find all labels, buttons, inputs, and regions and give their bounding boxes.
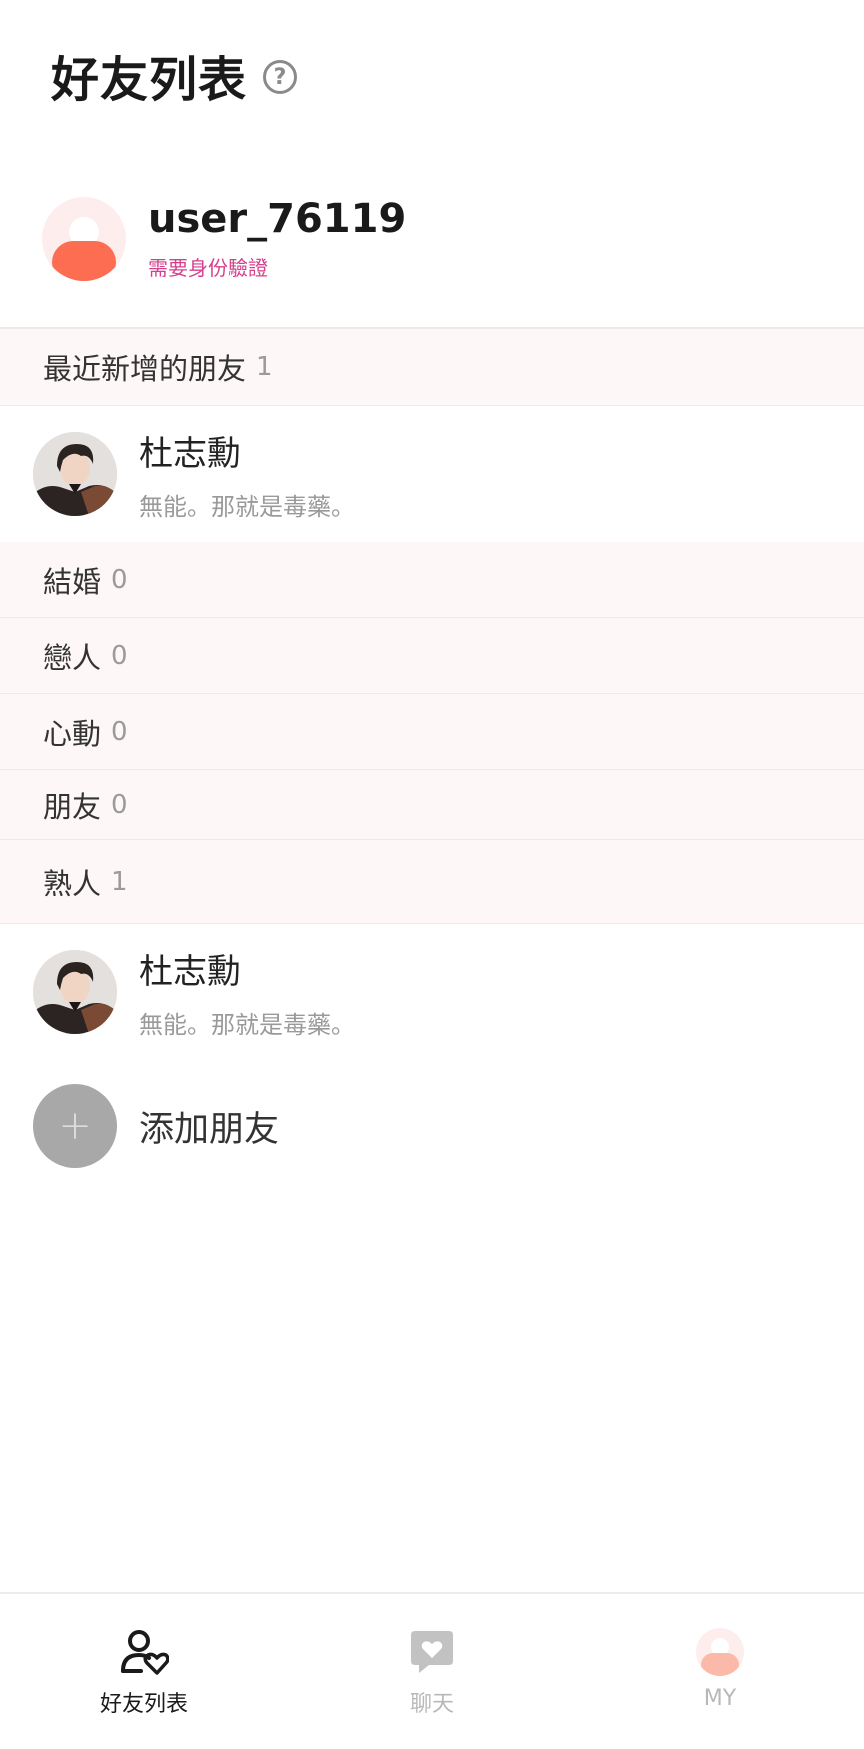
section-count: 0	[111, 564, 128, 595]
friend-status: 無能。那就是毒藥。	[139, 1011, 355, 1039]
section-acquaintances-header[interactable]: 熟人 1	[0, 840, 864, 924]
avatar[interactable]	[42, 196, 126, 281]
person-portrait-icon	[33, 432, 117, 516]
section-married-header[interactable]: 結婚 0	[0, 542, 864, 618]
profile-text: user_76119 需要身份驗證	[148, 196, 406, 281]
friend-text: 杜志勳 無能。那就是毒藥。	[139, 944, 355, 1040]
verification-link[interactable]: 需要身份驗證	[148, 252, 406, 281]
plus-icon[interactable]: +	[33, 1084, 117, 1168]
bottom-nav: 好友列表 聊天 MY	[0, 1592, 864, 1749]
section-count: 1	[111, 866, 128, 897]
friend-name: 杜志勳	[139, 434, 241, 474]
friend-name: 杜志勳	[139, 952, 241, 992]
add-friend-button[interactable]: + 添加朋友	[0, 1080, 864, 1172]
avatar	[696, 1628, 744, 1676]
section-label: 心動	[43, 716, 102, 751]
section-count: 1	[256, 352, 273, 382]
tab-friend-list[interactable]: 好友列表	[0, 1594, 288, 1749]
friend-row[interactable]: 杜志勳 無能。那就是毒藥。	[0, 406, 864, 542]
friend-list-screen: 好友列表 ? user_76119 需要身份驗證 最近新增的朋友 1 杜志勳 無…	[0, 0, 864, 1749]
friend-status: 無能。那就是毒藥。	[139, 493, 355, 521]
chat-heart-icon	[406, 1628, 458, 1676]
section-lovers-header[interactable]: 戀人 0	[0, 618, 864, 694]
add-friend-label: 添加朋友	[139, 1109, 280, 1150]
avatar-body-shape	[52, 240, 116, 281]
tab-label: 聊天	[409, 1692, 454, 1717]
username: user_76119	[148, 196, 407, 242]
tab-my[interactable]: MY	[576, 1594, 864, 1749]
person-heart-icon	[118, 1628, 170, 1676]
avatar-body-shape	[701, 1653, 739, 1676]
header: 好友列表 ?	[51, 40, 298, 110]
friend-row[interactable]: 杜志勳 無能。那就是毒藥。	[0, 924, 864, 1060]
section-count: 0	[111, 716, 128, 747]
section-label: 戀人	[43, 640, 102, 675]
section-recent-header[interactable]: 最近新增的朋友 1	[0, 329, 864, 406]
help-icon[interactable]: ?	[263, 60, 298, 94]
tab-label: 好友列表	[99, 1692, 188, 1717]
friend-text: 杜志勳 無能。那就是毒藥。	[139, 426, 355, 522]
tab-chat[interactable]: 聊天	[288, 1594, 576, 1749]
section-count: 0	[111, 789, 128, 820]
my-profile[interactable]: user_76119 需要身份驗證	[42, 196, 406, 281]
friend-avatar[interactable]	[33, 950, 117, 1034]
section-count: 0	[111, 640, 128, 671]
section-crush-header[interactable]: 心動 0	[0, 694, 864, 770]
avatar-icon	[694, 1628, 746, 1676]
section-label: 朋友	[43, 789, 102, 824]
person-portrait-icon	[33, 950, 117, 1034]
section-label: 熟人	[43, 866, 102, 901]
friend-avatar[interactable]	[33, 432, 117, 516]
section-label: 最近新增的朋友	[43, 352, 247, 386]
section-friends-header[interactable]: 朋友 0	[0, 770, 864, 840]
section-label: 結婚	[43, 564, 102, 599]
tab-label: MY	[703, 1686, 737, 1711]
page-title: 好友列表	[51, 52, 248, 108]
